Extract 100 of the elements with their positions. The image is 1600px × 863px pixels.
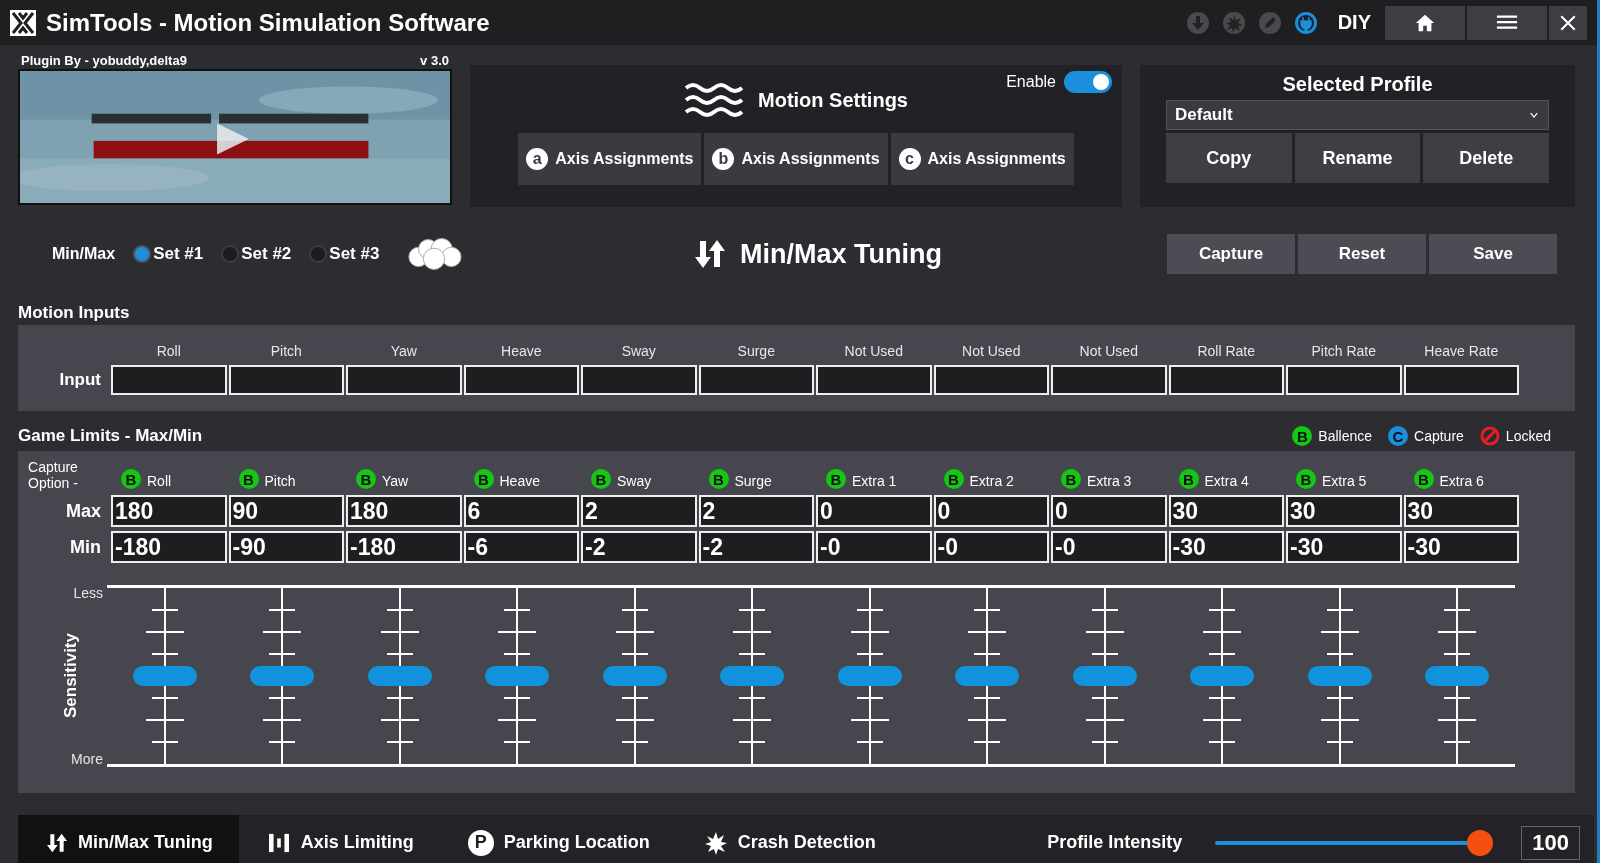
max-field[interactable]: 30 — [1168, 495, 1284, 527]
set-radio[interactable]: Set #2 — [221, 244, 292, 264]
min-field[interactable]: -180 — [111, 531, 227, 563]
legend-label: Ballence — [1318, 428, 1373, 444]
min-field[interactable]: -2 — [698, 531, 814, 563]
column-header: Sway — [617, 473, 652, 489]
column-header: Yaw — [382, 473, 409, 489]
section-title: Game Limits - Max/Min — [18, 426, 203, 446]
enable-label: Enable — [1006, 73, 1056, 91]
plugin-author: Plugin By - yobuddy,delta9 — [21, 53, 187, 69]
less-label: Less — [73, 585, 103, 601]
balance-badge[interactable]: B — [591, 469, 611, 489]
max-field[interactable]: 2 — [698, 495, 814, 527]
profile-button[interactable]: Copy — [1166, 133, 1292, 183]
window-title: SimTools - Motion Simulation Software — [46, 8, 490, 37]
balance-badge[interactable]: B — [1296, 469, 1316, 489]
column-header: Sway — [620, 343, 657, 359]
balance-badge[interactable]: B — [708, 469, 729, 489]
plugin-version: v 3.0 — [420, 53, 449, 69]
column-header: Roll — [147, 473, 172, 489]
max-field[interactable]: 0 — [1051, 495, 1167, 527]
axis-assignments-button[interactable]: c Axis Assignments — [890, 133, 1074, 185]
row-label: Input — [58, 370, 102, 390]
tuning-button[interactable]: Save — [1429, 234, 1557, 274]
mode-label: DIY — [1337, 11, 1371, 34]
profile-button[interactable]: Rename — [1294, 133, 1421, 183]
column-header: Surge — [736, 343, 776, 359]
tab[interactable]: Min/Max Tuning — [18, 815, 239, 863]
parking-badge: P — [467, 829, 494, 856]
legend-badge: C — [1388, 426, 1409, 446]
column-header: Pitch — [269, 343, 303, 359]
min-field[interactable]: -0 — [933, 531, 1049, 563]
column-header: Roll Rate — [1196, 343, 1257, 359]
min-field[interactable]: -0 — [816, 531, 932, 563]
column-header: Not Used — [843, 343, 904, 359]
legend-badge: B — [1292, 426, 1313, 446]
balance-badge[interactable]: B — [238, 469, 259, 489]
column-header: Roll — [155, 343, 182, 359]
column-header: Pitch — [264, 473, 296, 489]
profile-dropdown[interactable]: Default — [1166, 100, 1549, 130]
axis-assignments-button[interactable]: b Axis Assignments — [704, 133, 888, 185]
profile-button[interactable]: Delete — [1423, 133, 1549, 183]
column-header: Heave Rate — [1423, 343, 1500, 359]
max-field[interactable]: 0 — [933, 495, 1049, 527]
balance-badge[interactable]: B — [943, 469, 964, 489]
column-header: Not Used — [961, 343, 1022, 359]
column-header: Yaw — [389, 343, 418, 359]
max-field[interactable]: 6 — [463, 495, 579, 527]
minmax-label: Min/Max — [52, 245, 116, 263]
column-header: Extra 1 — [852, 473, 897, 489]
balance-badge[interactable]: B — [473, 469, 494, 489]
column-header: Extra 2 — [969, 473, 1014, 489]
set-radio[interactable]: Set #3 — [309, 244, 380, 264]
column-header: Extra 6 — [1439, 473, 1484, 489]
min-field[interactable]: -30 — [1286, 531, 1402, 563]
tuning-button[interactable]: Reset — [1298, 234, 1426, 274]
min-field[interactable]: -30 — [1168, 531, 1284, 563]
tab[interactable]: Crash Detection — [675, 815, 902, 863]
balance-badge[interactable]: B — [121, 469, 141, 489]
balance-badge[interactable]: B — [826, 469, 846, 489]
intensity-value: 100 — [1521, 825, 1580, 860]
panel-title: Selected Profile — [1282, 73, 1433, 96]
panel-title: Motion Settings — [758, 88, 908, 112]
row-label: Max — [65, 500, 102, 522]
column-header: Not Used — [1078, 343, 1139, 359]
section-title: Min/Max Tuning — [740, 238, 942, 270]
axis-assignments-button[interactable]: a Axis Assignments — [518, 133, 702, 185]
min-field[interactable]: -0 — [1051, 531, 1167, 563]
legend-label: Capture — [1414, 428, 1464, 444]
min-field[interactable]: -90 — [228, 531, 344, 563]
balance-badge[interactable]: B — [356, 469, 376, 489]
row-label: Min — [69, 536, 102, 558]
balance-badge[interactable]: B — [1413, 469, 1434, 489]
set-radio[interactable]: Set #1 — [133, 244, 204, 264]
column-header: Surge — [734, 473, 772, 489]
min-field[interactable]: -30 — [1403, 531, 1519, 563]
min-field[interactable]: -2 — [581, 531, 697, 563]
column-header: Extra 4 — [1204, 473, 1249, 489]
max-field[interactable]: 0 — [816, 495, 932, 527]
max-field[interactable]: 180 — [111, 495, 227, 527]
axis-title: Sensitivity — [60, 633, 81, 719]
min-field[interactable]: -6 — [463, 531, 579, 563]
balance-badge[interactable]: B — [1178, 469, 1199, 489]
max-field[interactable]: 2 — [581, 495, 697, 527]
max-field[interactable]: 30 — [1403, 495, 1519, 527]
column-header: Extra 3 — [1087, 473, 1132, 489]
max-field[interactable]: 90 — [228, 495, 344, 527]
intensity-label: Profile Intensity — [1047, 832, 1183, 853]
tuning-button[interactable]: Capture — [1167, 234, 1295, 274]
min-field[interactable]: -180 — [346, 531, 462, 563]
capture-option-label: Capture Option - — [27, 459, 79, 491]
column-header: Pitch Rate — [1310, 343, 1378, 359]
column-header: Heave — [499, 473, 540, 489]
column-header: Heave — [500, 343, 543, 359]
max-field[interactable]: 30 — [1286, 495, 1402, 527]
balance-badge[interactable]: B — [1061, 469, 1081, 489]
tab[interactable]: P Parking Location — [439, 815, 676, 863]
section-title: Motion Inputs — [18, 303, 131, 323]
tab[interactable]: Axis Limiting — [238, 815, 440, 863]
max-field[interactable]: 180 — [346, 495, 462, 527]
